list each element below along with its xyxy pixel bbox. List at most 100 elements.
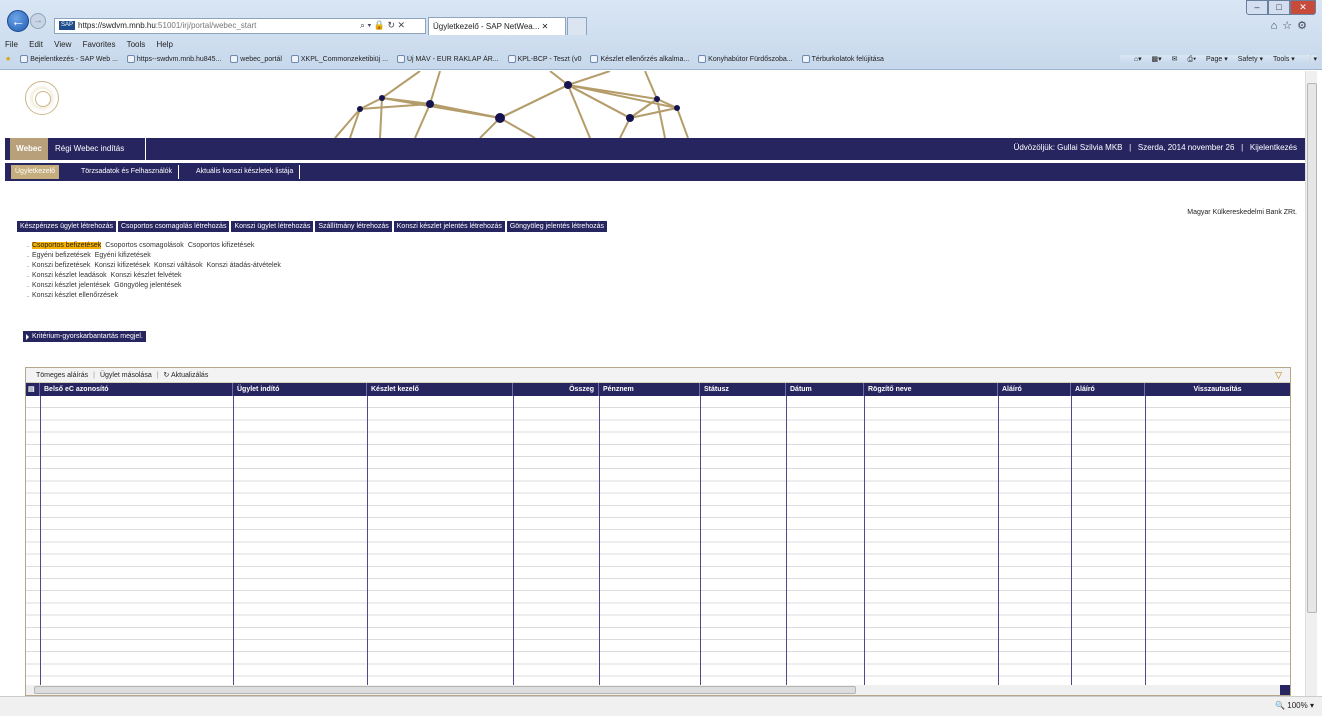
favorite-link[interactable]: XKPL_Commonzeketibiüj ... <box>290 55 388 64</box>
portal-banner <box>0 71 1305 138</box>
tab-webec[interactable]: Webec <box>10 138 48 160</box>
col-penznem[interactable]: Pénznem <box>599 383 700 396</box>
transactions-table: Tömeges aláírás | Ügylet másolása | ↻ Aktual… <box>25 367 1291 696</box>
link-row: . Konszi készlet ellenőrzések <box>27 292 118 299</box>
gongyoleg-jelentes-button[interactable]: Göngyöleg jelentés létrehozás <box>506 221 607 232</box>
menu-tools[interactable]: Tools <box>127 40 146 49</box>
subnav-konszi-keszletek[interactable]: Aktuális konszi készletek listája <box>192 165 301 179</box>
favorite-link[interactable]: Térburkolatok felújitása <box>801 55 884 64</box>
column-divider <box>367 396 368 685</box>
favorites-star-icon[interactable]: ★ <box>5 56 11 63</box>
subnav-torzsadatok[interactable]: Törzsadatok és Felhasználók <box>77 165 180 179</box>
szallitmany-button[interactable]: Szállítmány létrehozás <box>315 221 392 232</box>
favorite-link[interactable]: Bejelentkezés - SAP Web ... <box>20 55 118 64</box>
mail-icon[interactable]: ✉ <box>1172 56 1178 63</box>
link-konszi-keszlet-felvetek[interactable]: Konszi készlet felvétek <box>111 272 182 279</box>
link-egyeni-kifizetesek[interactable]: Egyéni kifizetések <box>95 252 151 259</box>
link-gongyoleg-jelentesek[interactable]: Göngyöleg jelentések <box>114 282 181 289</box>
menu-favorites[interactable]: Favorites <box>83 40 116 49</box>
copy-transaction-button[interactable]: Ügylet másolása <box>100 372 152 379</box>
col-statusz[interactable]: Státusz <box>700 383 786 396</box>
tools-menu[interactable]: Tools ▾ <box>1273 56 1295 63</box>
favorite-link[interactable]: webec_portál <box>230 55 282 64</box>
link-konszi-befizetesek[interactable]: Konszi befizetések <box>32 262 90 269</box>
scroll-thumb[interactable] <box>34 686 856 694</box>
keszpenzes-ugylet-button[interactable]: Készpénzes ügylet létrehozás <box>17 221 116 232</box>
favorite-link[interactable]: KPL-BCP - Teszt (v0 <box>507 55 582 64</box>
menu-file[interactable]: File <box>5 40 18 49</box>
feeds-icon[interactable]: ▩▾ <box>1152 56 1162 63</box>
minimize-button[interactable]: – <box>1246 0 1268 15</box>
link-konszi-atadas[interactable]: Konszi átadás-átvételek <box>207 262 281 269</box>
col-osszeg[interactable]: Összeg <box>513 383 599 396</box>
link-konszi-keszlet-leadasok[interactable]: Konszi készlet leadások <box>32 272 107 279</box>
new-tab-button[interactable] <box>567 17 587 35</box>
menu-view[interactable]: View <box>54 40 71 49</box>
col-visszautasitas[interactable]: Visszautasítás <box>1145 383 1290 396</box>
column-divider <box>786 396 787 685</box>
mass-sign-button[interactable]: Tömeges aláírás <box>36 372 88 379</box>
col-ugylet-indito[interactable]: Ügylet indító <box>233 383 367 396</box>
col-keszlet-kezelo[interactable]: Készlet kezelő <box>367 383 513 396</box>
subnav-ugyletkezelo[interactable]: Ügyletkezelő <box>11 165 60 179</box>
link-csoportos-kifizetesek[interactable]: Csoportos kifizetések <box>188 242 255 249</box>
favorite-link[interactable]: Új MÁV - EUR RAKLAP ÁR... <box>396 55 499 64</box>
maximize-button[interactable]: □ <box>1268 0 1290 15</box>
scroll-thumb[interactable] <box>1307 83 1317 613</box>
csoportos-csomagolas-button[interactable]: Csoportos csomagolás létrehozás <box>118 221 230 232</box>
help-icon[interactable]: ❔▾ <box>1305 56 1317 63</box>
link-konszi-keszlet-ellenorzesek[interactable]: Konszi készlet ellenőrzések <box>32 292 118 299</box>
col-datum[interactable]: Dátum <box>786 383 864 396</box>
kriterium-toggle-button[interactable]: Kritérium-gyorskarbantartás megjel. <box>23 331 146 342</box>
link-konszi-keszlet-jelentesek[interactable]: Konszi készlet jelentések <box>32 282 110 289</box>
scroll-right-button[interactable] <box>1280 685 1290 695</box>
close-window-button[interactable]: ✕ <box>1290 0 1316 15</box>
regi-webec-link[interactable]: Régi Webec indítás <box>55 138 124 160</box>
favorite-link[interactable]: Konyhabútor Fürdőszoba... <box>698 55 793 64</box>
menu-edit[interactable]: Edit <box>29 40 43 49</box>
page-menu[interactable]: Page ▾ <box>1206 56 1228 63</box>
safety-menu[interactable]: Safety ▾ <box>1238 56 1263 63</box>
favorite-link[interactable]: Készlet ellenőrzés alkalma... <box>590 55 689 64</box>
page-vertical-scrollbar[interactable] <box>1305 71 1317 696</box>
table-horizontal-scrollbar[interactable] <box>26 685 1290 695</box>
col-rogzito-neve[interactable]: Rögzítő neve <box>864 383 998 396</box>
network-graphic <box>334 71 689 138</box>
forward-button[interactable]: → <box>30 13 46 29</box>
column-divider <box>599 396 600 685</box>
column-divider <box>998 396 999 685</box>
link-row: . Konszi készlet jelentések Göngyöleg jele… <box>27 282 182 289</box>
link-row: . Egyéni befizetések Egyéni kifizetések <box>27 252 151 259</box>
menu-help[interactable]: Help <box>157 40 173 49</box>
link-csoportos-csomagolasok[interactable]: Csoportos csomagolások <box>105 242 184 249</box>
konszi-keszlet-jelentes-button[interactable]: Konszi készlet jelentés létrehozás <box>393 221 505 232</box>
link-konszi-valtasok[interactable]: Konszi váltások <box>154 262 203 269</box>
konszi-ugylet-button[interactable]: Konszi ügylet létrehozás <box>231 221 314 232</box>
address-tools[interactable]: ⌕ ▾ 🔒 ↻ ✕ <box>340 18 425 34</box>
link-konszi-kifizetesek[interactable]: Konszi kifizetések <box>94 262 150 269</box>
sap-favicon-icon: SAP <box>59 21 76 31</box>
date-text: Szerda, 2014 november 26 <box>1137 143 1235 152</box>
back-button[interactable]: ← <box>7 10 29 32</box>
col-belso-ec-azonosito[interactable]: Belső eC azonosító <box>40 383 233 396</box>
filter-icon[interactable]: ▽ <box>1275 368 1282 383</box>
link-egyeni-befizetesek[interactable]: Egyéni befizetések <box>32 252 91 259</box>
col-alairo-1[interactable]: Aláíró <box>998 383 1071 396</box>
link-csoportos-befizetesek[interactable]: Csoportos befizetések <box>31 242 102 249</box>
home-icon[interactable]: ⌂▾ <box>1134 56 1142 63</box>
close-tab-icon[interactable]: ✕ <box>542 22 549 31</box>
home-favorites-settings-icons[interactable]: ⌂☆⚙ <box>1271 19 1312 32</box>
refresh-button[interactable]: ↻ Aktualizálás <box>164 372 209 379</box>
zoom-level[interactable]: 🔍 100% ▾ <box>1275 701 1314 710</box>
select-all-icon[interactable]: ▤ <box>26 383 40 396</box>
tab-ugyletkezelo[interactable]: Ügyletkezelő - SAP NetWea... ✕ <box>428 17 566 35</box>
print-icon[interactable]: ⎙▾ <box>1187 56 1196 63</box>
favorite-link[interactable]: https--swdvm.mnb.hu845... <box>126 55 221 64</box>
logout-link[interactable]: Kijelentkezés <box>1250 143 1297 152</box>
bank-name: Magyar Külkereskedelmi Bank ZRt. <box>1187 209 1297 216</box>
column-divider <box>40 396 41 685</box>
column-divider <box>864 396 865 685</box>
col-alairo-2[interactable]: Aláíró <box>1071 383 1145 396</box>
url-host: https://swdvm.mnb.hu <box>78 21 156 30</box>
divider <box>145 138 146 160</box>
